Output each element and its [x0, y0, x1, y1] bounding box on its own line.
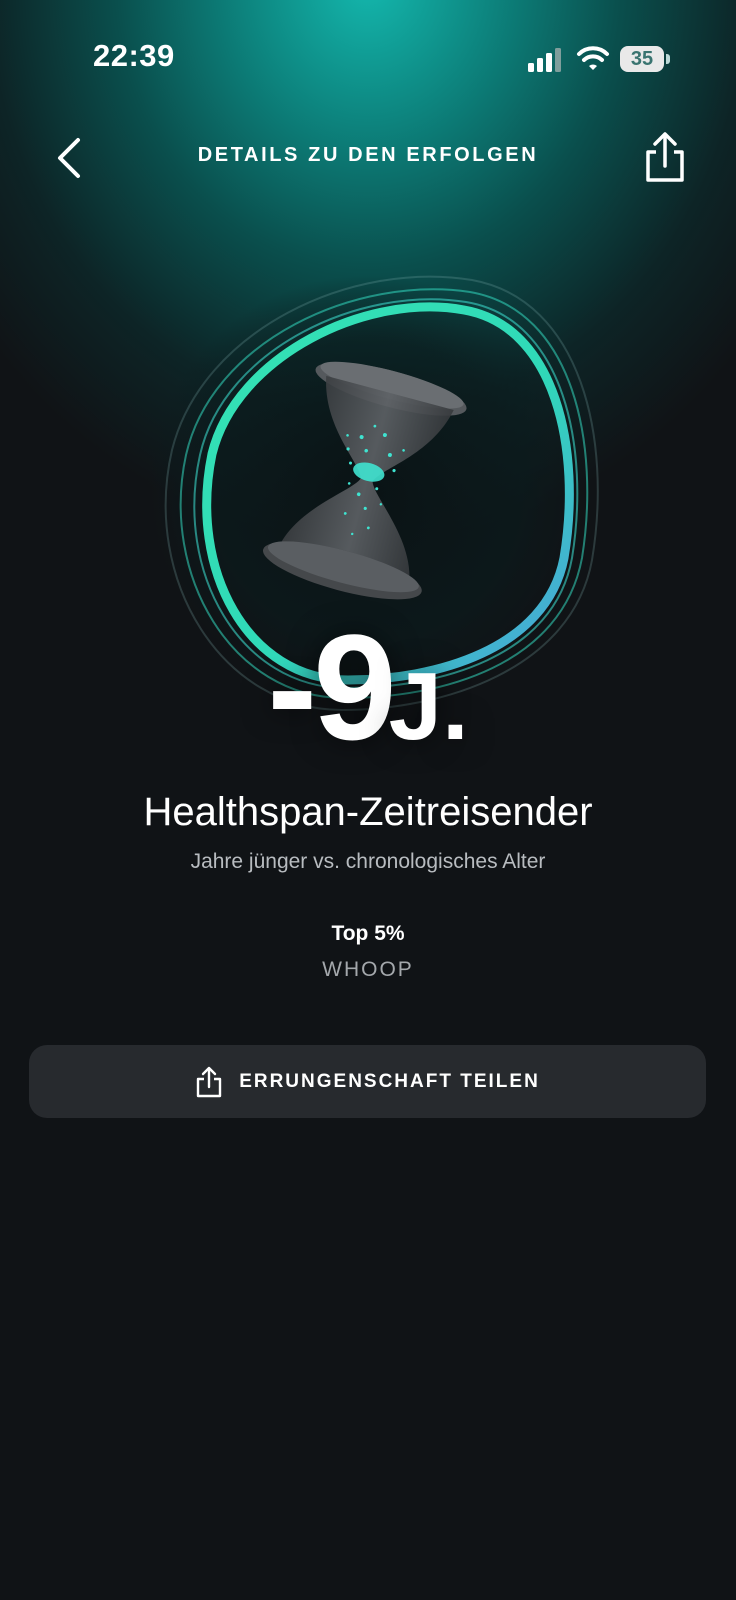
- achievement-subtitle: Jahre jünger vs. chronologisches Alter: [190, 850, 546, 873]
- share-achievement-button[interactable]: ERRUNGENSCHAFT TEILEN: [29, 1045, 706, 1118]
- back-button[interactable]: [48, 132, 96, 184]
- share-button-label: ERRUNGENSCHAFT TEILEN: [239, 1070, 540, 1092]
- share-header-button[interactable]: [640, 130, 690, 186]
- page-title: DETAILS ZU DEN ERFOLGEN: [197, 144, 539, 166]
- chevron-left-icon: [58, 138, 80, 178]
- wifi-icon: [577, 46, 609, 70]
- share-icon: [196, 1066, 222, 1097]
- value-number: -9: [267, 603, 396, 771]
- status-time: 22:39: [93, 38, 175, 73]
- brand-logo: WHOOP: [322, 958, 414, 981]
- battery-icon: 35: [620, 46, 670, 72]
- value-unit: J.: [388, 653, 469, 760]
- cellular-signal-icon: [528, 48, 561, 72]
- rank-label: Top 5%: [331, 922, 405, 945]
- battery-tip: [666, 54, 670, 64]
- achievement-value: -9J.: [0, 612, 736, 762]
- achievement-title: Healthspan-Zeitreisender: [143, 790, 593, 834]
- battery-level: 35: [620, 46, 664, 72]
- status-bar: 22:39 35: [0, 0, 736, 120]
- share-icon: [646, 132, 684, 182]
